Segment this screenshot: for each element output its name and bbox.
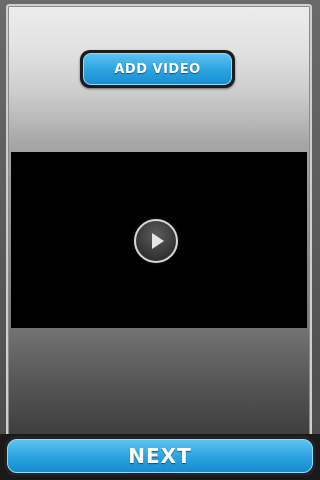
next-button-label: NEXT [7, 439, 313, 473]
play-icon [152, 233, 164, 249]
add-video-button[interactable]: ADD VIDEO [80, 50, 235, 88]
next-button[interactable]: NEXT [4, 436, 316, 476]
add-video-button-label: ADD VIDEO [83, 53, 232, 85]
play-button[interactable] [134, 219, 178, 263]
app-screen: ADD VIDEO NEXT [0, 0, 320, 480]
